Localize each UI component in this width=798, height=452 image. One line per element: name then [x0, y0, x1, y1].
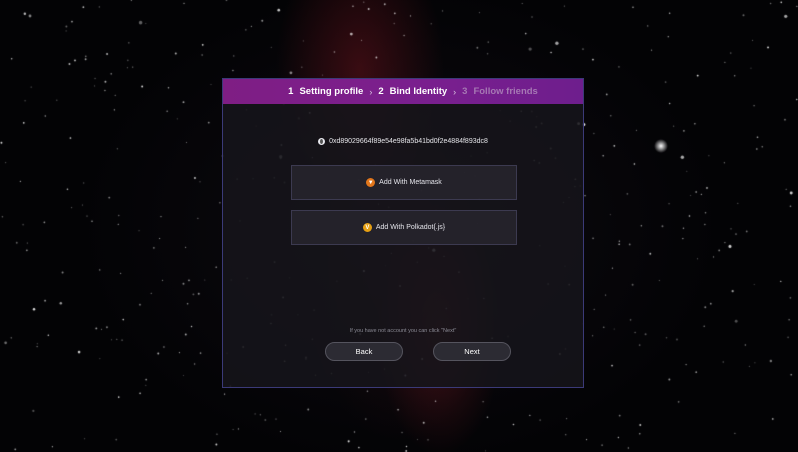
add-with-polkadot-button[interactable]: V Add With Polkadot{.js}	[291, 210, 517, 245]
wallet-address: 0xd89029664f89e54e98fa5b41bd0f2e4884f893…	[223, 138, 583, 145]
step-label: Follow friends	[473, 86, 538, 97]
next-button[interactable]: Next	[433, 342, 511, 361]
metamask-fox-icon: ▼	[366, 178, 376, 187]
add-with-polkadot-label: Add With Polkadot{.js}	[375, 224, 446, 231]
step-separator-chevron-icon: ›	[369, 86, 373, 97]
add-with-metamask-button[interactable]: ▼ Add With Metamask	[291, 165, 517, 200]
back-button[interactable]: Back	[325, 342, 403, 361]
bind-identity-dialog: 1 Setting profile › 2 Bind Identity › 3 …	[222, 78, 584, 388]
stepper: 1 Setting profile › 2 Bind Identity › 3 …	[223, 79, 583, 104]
next-hint-text: If you have not account you can click "N…	[349, 328, 457, 334]
step-number: 2	[378, 86, 384, 97]
step-follow-friends[interactable]: 3 Follow friends	[462, 86, 538, 97]
step-label: Setting profile	[299, 86, 364, 97]
wallet-address-text: 0xd89029664f89e54e98fa5b41bd0f2e4884f893…	[329, 138, 488, 145]
add-with-metamask-label: Add With Metamask	[379, 179, 442, 186]
step-setting-profile[interactable]: 1 Setting profile	[288, 86, 363, 97]
step-bind-identity[interactable]: 2 Bind Identity	[378, 86, 447, 97]
step-number: 1	[288, 86, 294, 97]
step-separator-chevron-icon: ›	[453, 86, 457, 97]
polkadot-icon: V	[362, 223, 372, 232]
wallet-icon	[318, 138, 326, 145]
step-number: 3	[462, 86, 468, 97]
step-label: Bind Identity	[389, 86, 448, 97]
